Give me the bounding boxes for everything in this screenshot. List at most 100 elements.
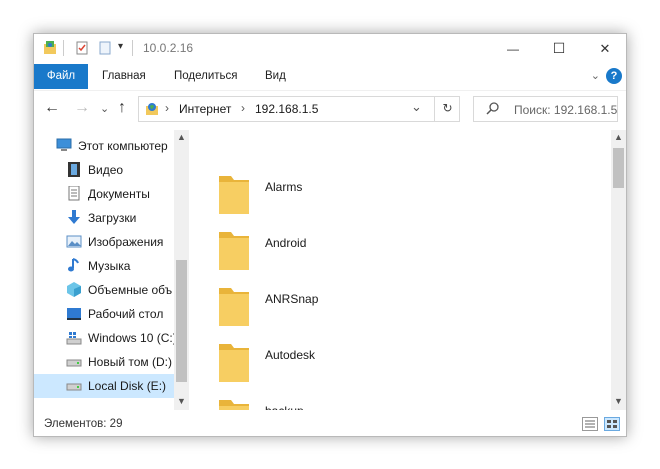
folder-name: ANRSnap (265, 292, 319, 306)
pictures-icon (66, 235, 82, 248)
ribbon-tabs: Файл Главная Поделиться Вид ⌄ ? (34, 64, 626, 89)
drive-windows-icon (66, 332, 82, 345)
nav-item-downloads[interactable]: Загрузки (34, 206, 174, 230)
explorer-window: ▾ 10.0.2.16 — ☐ ✕ Файл Главная Поделитьс… (33, 33, 627, 437)
forward-button[interactable]: → (74, 99, 90, 117)
folder-name: Android (265, 236, 307, 250)
minimize-button[interactable]: — (490, 34, 536, 63)
nav-item-documents[interactable]: Документы (34, 182, 174, 206)
navpane-scroll-thumb[interactable] (176, 260, 187, 382)
scroll-up-icon[interactable]: ▲ (174, 132, 189, 142)
item-count: Элементов: 29 (44, 418, 123, 430)
drive-icon (66, 359, 82, 367)
computer-icon (56, 138, 72, 151)
folder-name: backup (265, 404, 304, 410)
nav-label: Windows 10 (C:) (88, 331, 177, 345)
nav-label: Изображения (88, 235, 164, 249)
large-icons-view-icon[interactable] (604, 417, 620, 431)
window-title: 10.0.2.16 (143, 41, 194, 55)
music-icon (68, 258, 79, 272)
nav-item-music[interactable]: Музыка (34, 254, 174, 278)
details-view-icon[interactable] (582, 417, 598, 431)
breadcrumb-internet[interactable]: Интернет (179, 102, 231, 116)
help-icon[interactable]: ? (606, 68, 622, 84)
folder-item[interactable]: ANRSnap (219, 284, 519, 332)
new-folder-icon[interactable] (98, 41, 112, 55)
nav-item-drive-c[interactable]: Windows 10 (C:) (34, 326, 177, 350)
ribbon-collapse-icon[interactable]: ⌄ (591, 69, 600, 82)
navpane-scrollbar[interactable]: ▲ ▼ (174, 130, 189, 410)
nav-item-drive-d[interactable]: Новый том (D:) (34, 350, 174, 374)
network-location-icon (146, 103, 158, 115)
nav-label: Новый том (D:) (88, 355, 172, 369)
refresh-icon: ↻ (442, 101, 453, 115)
recent-locations-icon[interactable]: ⌄ (100, 102, 109, 115)
folder-icon (219, 400, 249, 410)
search-box[interactable]: Поиск: 192.168.1.5 (473, 96, 618, 122)
navigation-pane: Этот компьютер Видео Документы Загрузки (34, 130, 189, 410)
separator (63, 40, 64, 56)
status-bar: Элементов: 29 (34, 414, 626, 436)
folder-item[interactable]: Android (219, 228, 519, 276)
up-button[interactable]: ↑ (118, 99, 126, 117)
breadcrumb-ip[interactable]: 192.168.1.5 (255, 102, 318, 116)
customize-toolbar-icon[interactable]: ▾ (118, 41, 123, 52)
close-button[interactable]: ✕ (582, 34, 626, 63)
breadcrumb-separator-icon[interactable]: › (165, 101, 169, 115)
refresh-button[interactable]: ↻ (434, 96, 460, 122)
3d-objects-icon (67, 282, 81, 297)
content-scroll-thumb[interactable] (613, 148, 624, 188)
close-icon: ✕ (599, 40, 611, 56)
tab-view[interactable]: Вид (265, 64, 286, 89)
search-icon (486, 102, 499, 115)
folder-icon (219, 232, 249, 270)
explorer-app-icon[interactable] (43, 41, 57, 55)
tab-file[interactable]: Файл (34, 64, 88, 89)
folder-name: Alarms (265, 180, 303, 194)
nav-label: Local Disk (E:) (88, 379, 167, 393)
folder-icon (219, 344, 249, 382)
nav-label: Музыка (88, 259, 131, 273)
properties-icon[interactable] (75, 41, 89, 55)
tab-home[interactable]: Главная (102, 64, 146, 89)
nav-item-video[interactable]: Видео (34, 158, 174, 182)
documents-icon (68, 186, 80, 201)
folder-item[interactable]: Alarms (219, 172, 519, 220)
tab-share[interactable]: Поделиться (174, 64, 238, 89)
scroll-down-icon[interactable]: ▼ (174, 396, 189, 406)
folder-item[interactable]: Autodesk (219, 340, 519, 388)
drive-icon (66, 383, 82, 391)
folder-icon (219, 288, 249, 326)
address-bar[interactable]: › Интернет › 192.168.1.5 ⌄ (138, 96, 460, 122)
desktop-icon (67, 308, 81, 320)
video-icon (68, 162, 80, 177)
separator (132, 40, 133, 56)
nav-item-drive-e[interactable]: Local Disk (E:) (34, 374, 174, 398)
nav-item-pictures[interactable]: Изображения (34, 230, 174, 254)
nav-item-desktop[interactable]: Рабочий стол (34, 302, 174, 326)
nav-item-this-pc[interactable]: Этот компьютер (34, 134, 174, 158)
content-scrollbar[interactable]: ▲ ▼ (611, 130, 626, 410)
nav-label: Рабочий стол (88, 307, 164, 321)
minimize-icon: — (507, 41, 519, 56)
maximize-icon: ☐ (552, 40, 566, 56)
nav-label: Объемные объ (88, 283, 173, 297)
folder-icon (219, 176, 249, 214)
nav-label: Видео (88, 163, 124, 177)
nav-label: Документы (88, 187, 150, 201)
maximize-button[interactable]: ☐ (536, 34, 582, 63)
folder-name: Autodesk (265, 348, 316, 362)
navigation-bar: ← → ⌄ ↑ › Интернет › 192.168.1.5 ⌄ ↻ Пои… (34, 90, 626, 126)
file-list: Alarms Android ANRSnap Autodesk (189, 130, 611, 410)
scroll-up-icon[interactable]: ▲ (611, 132, 626, 142)
downloads-icon (68, 210, 80, 224)
folder-item[interactable]: backup (219, 396, 519, 410)
address-dropdown-icon[interactable]: ⌄ (411, 99, 422, 115)
nav-label: Этот компьютер (78, 139, 168, 153)
back-button[interactable]: ← (44, 99, 60, 117)
title-bar: ▾ 10.0.2.16 — ☐ ✕ (34, 34, 626, 63)
search-placeholder: Поиск: 192.168.1.5 (514, 103, 618, 117)
nav-item-3d-objects[interactable]: Объемные объ (34, 278, 174, 302)
breadcrumb-separator-icon[interactable]: › (241, 101, 245, 115)
scroll-down-icon[interactable]: ▼ (611, 396, 626, 406)
